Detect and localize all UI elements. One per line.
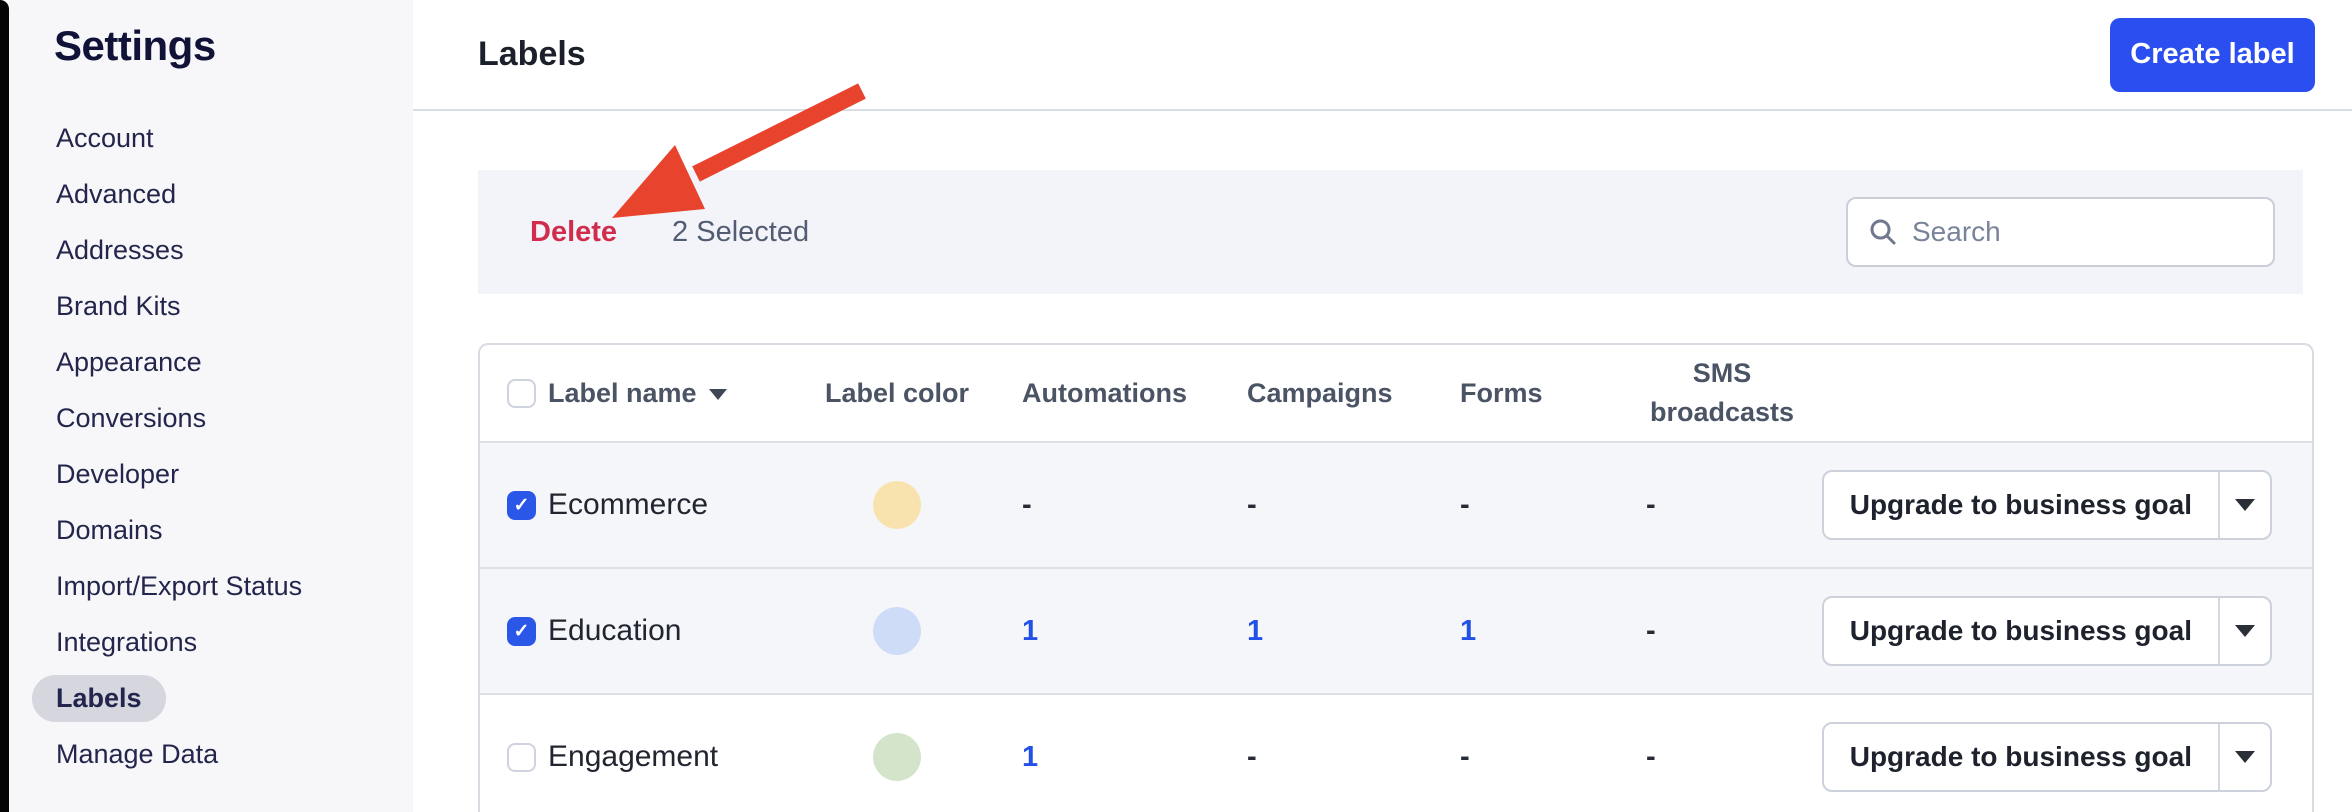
upgrade-to-business-goal-button[interactable]: Upgrade to business goal	[1824, 598, 2218, 664]
sidebar-item-label: Labels	[32, 674, 166, 722]
row-checkbox[interactable]: ✓	[507, 490, 536, 520]
sidebar-item-appearance[interactable]: Appearance	[9, 334, 413, 390]
sidebar-title: Settings	[54, 22, 216, 69]
sidebar-item-label: Appearance	[56, 346, 202, 377]
sidebar-item-integrations[interactable]: Integrations	[9, 614, 413, 670]
main-panel: Labels Create label Delete 2 Selected La…	[413, 0, 2352, 812]
page-title: Labels	[478, 35, 586, 73]
campaigns-empty-value: -	[1247, 489, 1257, 521]
upgrade-split-button: Upgrade to business goal	[1821, 722, 2272, 792]
delete-button[interactable]: Delete	[530, 216, 617, 249]
sidebar-item-label: Developer	[56, 458, 180, 489]
labels-table: Label name Label color Automations Campa…	[478, 343, 2314, 812]
sms-broadcasts-empty-value: -	[1646, 615, 1656, 647]
search-box[interactable]	[1846, 197, 2275, 267]
sidebar-item-label: Manage Data	[56, 738, 219, 769]
chevron-down-icon	[2235, 499, 2255, 511]
table-body: ✓ Ecommerce - - - - Upgrade to business goal ✓ E…	[480, 441, 2312, 812]
column-sms-broadcasts: SMS broadcasts	[1649, 357, 1795, 427]
label-name: Engagement	[548, 740, 719, 773]
table-row: ✓ Ecommerce - - - - Upgrade to business goal	[480, 441, 2312, 567]
sidebar-item-addresses[interactable]: Addresses	[9, 222, 413, 278]
window-edge	[0, 0, 9, 812]
table-row: Engagement 1 - - - Upgrade to business goal	[480, 693, 2312, 812]
sidebar-item-labels[interactable]: Labels	[9, 670, 413, 726]
settings-sidebar: Settings Account Advanced Addresses Brand K…	[9, 0, 413, 812]
sidebar-item-developer[interactable]: Developer	[9, 446, 413, 502]
content-area: Delete 2 Selected Label name Label color…	[413, 111, 2352, 812]
column-label-name[interactable]: Label name	[548, 378, 802, 409]
sidebar-item-brand-kits[interactable]: Brand Kits	[9, 278, 413, 334]
forms-count-link[interactable]: 1	[1460, 615, 1476, 647]
automations-empty-value: -	[1022, 489, 1032, 521]
row-checkbox[interactable]: ✓	[507, 616, 536, 646]
table-row: ✓ Education 1 1 1 - Upgrade to business goal	[480, 567, 2312, 693]
upgrade-dropdown-toggle[interactable]	[2218, 472, 2270, 538]
row-checkbox[interactable]	[507, 742, 536, 772]
sidebar-item-label: Conversions	[56, 402, 207, 433]
forms-empty-value: -	[1460, 741, 1470, 773]
upgrade-dropdown-toggle[interactable]	[2218, 724, 2270, 790]
label-name: Ecommerce	[548, 488, 709, 521]
table-header-row: Label name Label color Automations Campa…	[480, 345, 2312, 441]
campaigns-count-link[interactable]: 1	[1247, 615, 1263, 647]
forms-empty-value: -	[1460, 489, 1470, 521]
automations-count-link[interactable]: 1	[1022, 741, 1038, 773]
sidebar-nav: Account Advanced Addresses Brand Kits Appear…	[9, 110, 413, 782]
sidebar-item-account[interactable]: Account	[9, 110, 413, 166]
search-icon	[1870, 219, 1896, 245]
chevron-down-icon	[2235, 625, 2255, 637]
search-input[interactable]	[1912, 216, 2253, 248]
create-label-button[interactable]: Create label	[2110, 17, 2315, 92]
chevron-down-icon	[2235, 751, 2255, 763]
sidebar-item-label: Account	[56, 122, 154, 153]
column-campaigns: Campaigns	[1247, 377, 1393, 408]
upgrade-split-button: Upgrade to business goal	[1821, 596, 2272, 666]
sort-caret-icon	[708, 388, 727, 400]
sidebar-item-label: Addresses	[56, 234, 184, 265]
selection-count: 2 Selected	[672, 215, 810, 248]
bulk-actions-toolbar: Delete 2 Selected	[478, 170, 2303, 294]
label-name: Education	[548, 614, 682, 647]
sidebar-item-advanced[interactable]: Advanced	[9, 166, 413, 222]
sidebar-item-import-export-status[interactable]: Import/Export Status	[9, 558, 413, 614]
label-color-dot	[873, 607, 921, 655]
sidebar-item-manage-data[interactable]: Manage Data	[9, 726, 413, 782]
sidebar-item-label: Domains	[56, 514, 163, 545]
upgrade-split-button: Upgrade to business goal	[1821, 470, 2272, 540]
upgrade-dropdown-toggle[interactable]	[2218, 598, 2270, 664]
column-automations: Automations	[1022, 377, 1187, 408]
campaigns-empty-value: -	[1247, 741, 1257, 773]
upgrade-to-business-goal-button[interactable]: Upgrade to business goal	[1824, 472, 2218, 538]
sidebar-item-label: Import/Export Status	[56, 570, 303, 601]
column-forms: Forms	[1460, 377, 1543, 408]
automations-count-link[interactable]: 1	[1022, 615, 1038, 647]
sms-broadcasts-empty-value: -	[1646, 741, 1656, 773]
column-label-color: Label color	[824, 377, 970, 408]
sidebar-item-label: Integrations	[56, 626, 198, 657]
sidebar-item-domains[interactable]: Domains	[9, 502, 413, 558]
sidebar-item-conversions[interactable]: Conversions	[9, 390, 413, 446]
select-all-checkbox[interactable]	[507, 378, 536, 408]
sidebar-item-label: Brand Kits	[56, 290, 181, 321]
label-color-dot	[873, 481, 921, 529]
page-header: Labels Create label	[413, 0, 2352, 111]
sidebar-item-label: Advanced	[56, 178, 177, 209]
sms-broadcasts-empty-value: -	[1646, 489, 1656, 521]
upgrade-to-business-goal-button[interactable]: Upgrade to business goal	[1824, 724, 2218, 790]
label-color-dot	[873, 733, 921, 781]
